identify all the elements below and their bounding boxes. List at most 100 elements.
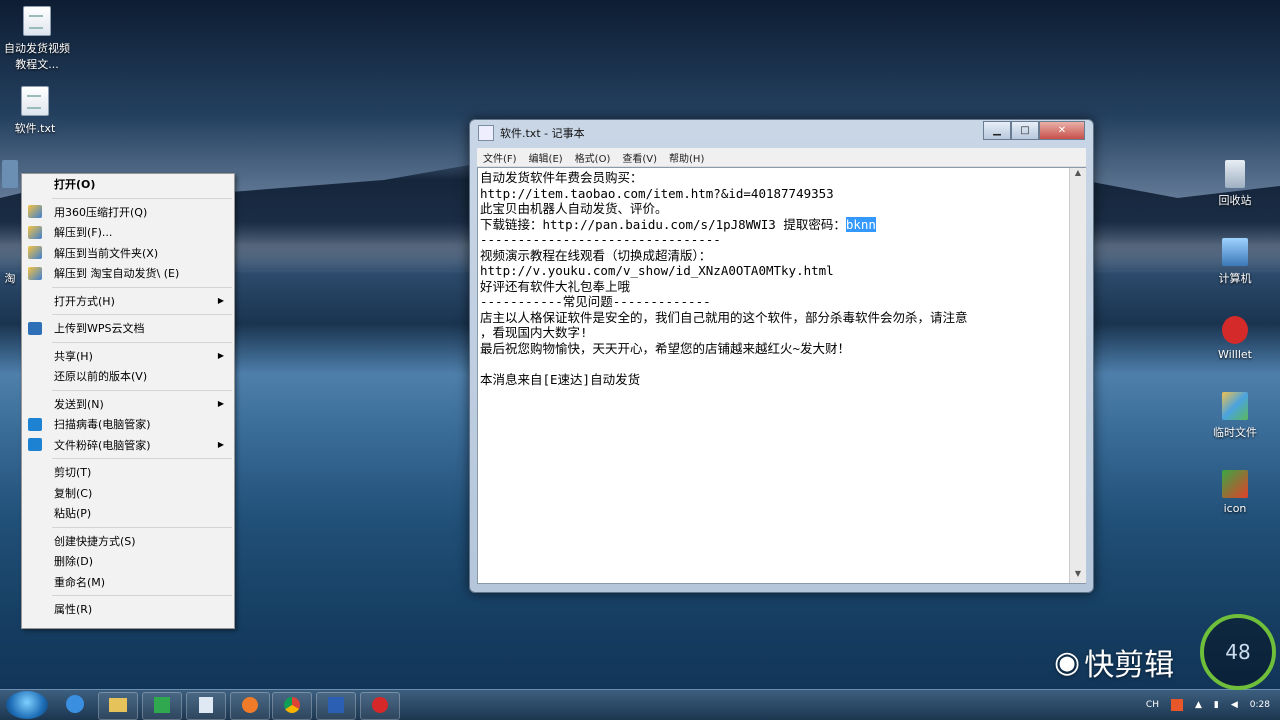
- context-menu-item[interactable]: 复制(C): [22, 483, 234, 504]
- context-menu-item[interactable]: 删除(D): [22, 551, 234, 572]
- context-menu-item[interactable]: 创建快捷方式(S): [22, 531, 234, 552]
- text-line: 好评还有软件大礼包奉上哦: [480, 278, 631, 294]
- menu-separator: [52, 458, 232, 459]
- menu-separator: [52, 389, 232, 391]
- taskbar-firefox[interactable]: [230, 692, 270, 720]
- context-menu-item[interactable]: 解压到(F)...: [22, 222, 234, 243]
- context-menu-label: 用360压缩打开(Q): [54, 205, 148, 219]
- explorer-icon: [109, 698, 127, 712]
- notepad-icon: [478, 125, 494, 141]
- context-menu-item[interactable]: 打开方式(H) ▶: [22, 291, 234, 312]
- context-menu-item[interactable]: 剪切(T): [22, 462, 234, 483]
- chrome-icon: [284, 697, 300, 713]
- taskbar-word[interactable]: [316, 692, 356, 720]
- context-menu-item[interactable]: 用360压缩打开(Q): [22, 202, 234, 223]
- context-menu-item[interactable]: 共享(H) ▶: [22, 346, 234, 367]
- text-line: 店主以人格保证软件是安全的，我们自己就用的这个软件，部分杀毒软件会勿杀，请注意: [480, 309, 968, 325]
- desktop-icon-temp-files[interactable]: 临时文件: [1200, 392, 1270, 440]
- window-controls: ▁ □ ✕: [983, 121, 1085, 140]
- menu-view[interactable]: 查看(V): [616, 150, 663, 165]
- desktop-icon-taobao[interactable]: 淘: [0, 270, 20, 286]
- menu-format[interactable]: 格式(O): [569, 150, 617, 165]
- notepad-window[interactable]: 软件.txt - 记事本 ▁ □ ✕ 文件(F) 编辑(E) 格式(O) 查看(…: [469, 119, 1094, 593]
- context-menu-label: 重命名(M): [54, 575, 106, 589]
- window-title: 软件.txt - 记事本: [500, 127, 585, 140]
- context-menu-item[interactable]: 打开(O): [22, 174, 234, 195]
- network-icon[interactable]: ▮: [1214, 700, 1219, 710]
- menu-help[interactable]: 帮助(H): [663, 150, 710, 165]
- taskbar-ie[interactable]: [56, 692, 94, 718]
- desktop-icon-computer[interactable]: 计算机: [1200, 238, 1270, 286]
- watermark-logo-icon: ◉: [1054, 644, 1081, 680]
- taskbar-s-app[interactable]: [142, 692, 182, 720]
- menu-separator: [52, 595, 232, 596]
- context-menu-label: 扫描病毒(电脑管家): [54, 418, 151, 432]
- desktop-icon-label: Willlet: [1218, 348, 1252, 361]
- shield-icon: [28, 417, 42, 431]
- desktop-icon-label: 自动发货视频教程文...: [4, 42, 70, 71]
- taskbar-explorer[interactable]: [98, 692, 138, 720]
- context-menu-label: 删除(D): [54, 555, 94, 569]
- taskbar-chrome[interactable]: [272, 692, 312, 720]
- app-icon: [1222, 316, 1248, 344]
- vertical-scrollbar[interactable]: ▲ ▼: [1069, 168, 1086, 583]
- text-line: [480, 356, 1065, 372]
- context-menu-item[interactable]: 还原以前的版本(V): [22, 366, 234, 387]
- context-menu-item[interactable]: 解压到 淘宝自动发货\ (E): [22, 263, 234, 284]
- recorder-icon: [372, 697, 388, 713]
- text-line: 此宝贝由机器人自动发货、评价。: [480, 201, 668, 216]
- close-button[interactable]: ✕: [1039, 121, 1085, 140]
- context-menu-label: 解压到 淘宝自动发货\ (E): [54, 267, 180, 281]
- context-menu-label: 剪切(T): [54, 466, 92, 480]
- desktop-icon-image[interactable]: icon: [1200, 470, 1270, 515]
- desktop-icon-selected-shortcut[interactable]: [0, 160, 20, 192]
- desktop-icon-video-doc[interactable]: 自动发货视频教程文...: [2, 6, 72, 72]
- context-menu-item[interactable]: 扫描病毒(电脑管家): [22, 414, 234, 435]
- context-menu-label: 打开(O): [54, 178, 96, 192]
- start-button[interactable]: [6, 691, 48, 719]
- context-menu-item[interactable]: 重命名(M): [22, 572, 234, 593]
- scroll-down-icon[interactable]: ▼: [1070, 569, 1086, 583]
- desktop-icon-recycle-bin[interactable]: 回收站: [1200, 160, 1270, 208]
- clock[interactable]: 0:28: [1250, 700, 1270, 710]
- desktop-icon-willlet[interactable]: Willlet: [1200, 316, 1270, 361]
- context-menu-item[interactable]: 发送到(N) ▶: [22, 394, 234, 415]
- archive-icon: [28, 205, 42, 219]
- notepad-text-area[interactable]: 自动发货软件年费会员购买： http://item.taobao.com/item…: [477, 167, 1086, 584]
- minimize-button[interactable]: ▁: [983, 121, 1011, 140]
- shortcut-icon: [2, 160, 18, 188]
- context-menu-label: 发送到(N): [54, 397, 104, 411]
- submenu-arrow-icon: ▶: [217, 296, 224, 306]
- notepad-menubar: 文件(F) 编辑(E) 格式(O) 查看(V) 帮助(H): [477, 148, 1086, 167]
- maximize-button[interactable]: □: [1011, 121, 1039, 140]
- selected-password[interactable]: bknn: [845, 216, 876, 232]
- desktop-icon-label: 临时文件: [1213, 426, 1257, 439]
- desktop-icon-software-txt[interactable]: 软件.txt: [0, 86, 70, 136]
- context-menu-item[interactable]: 粘贴(P): [22, 503, 234, 524]
- speed-widget[interactable]: 48: [1200, 614, 1276, 690]
- image-icon: [1222, 470, 1248, 498]
- language-indicator[interactable]: CH: [1146, 700, 1159, 710]
- submenu-arrow-icon: ▶: [217, 351, 224, 361]
- menu-edit[interactable]: 编辑(E): [523, 150, 569, 165]
- taskbar-notepad[interactable]: [186, 692, 226, 720]
- ie-icon: [66, 695, 84, 713]
- tray-expand-icon[interactable]: ▲: [1195, 700, 1202, 710]
- scroll-up-icon[interactable]: ▲: [1070, 168, 1086, 182]
- context-menu-item[interactable]: 文件粉碎(电脑管家) ▶: [22, 435, 234, 456]
- ime-icon[interactable]: [1170, 699, 1183, 711]
- menu-separator: [52, 197, 232, 199]
- folder-icon: [1222, 392, 1248, 420]
- menu-file[interactable]: 文件(F): [477, 150, 523, 165]
- computer-icon: [1222, 238, 1248, 266]
- volume-icon[interactable]: ◀: [1231, 700, 1238, 710]
- text-line: 本消息来自[E速达]自动发货: [480, 371, 641, 387]
- word-doc-icon: [23, 6, 51, 36]
- archive-icon: [28, 246, 42, 260]
- taskbar-recorder[interactable]: [360, 692, 400, 720]
- context-menu-item[interactable]: 上传到WPS云文档: [22, 318, 234, 339]
- context-menu-item[interactable]: 解压到当前文件夹(X): [22, 243, 234, 264]
- taskbar: CH ▲ ▮ ◀ 0:28: [0, 689, 1280, 720]
- desktop-icon-label: 软件.txt: [14, 122, 56, 135]
- context-menu-item[interactable]: 属性(R): [22, 599, 234, 620]
